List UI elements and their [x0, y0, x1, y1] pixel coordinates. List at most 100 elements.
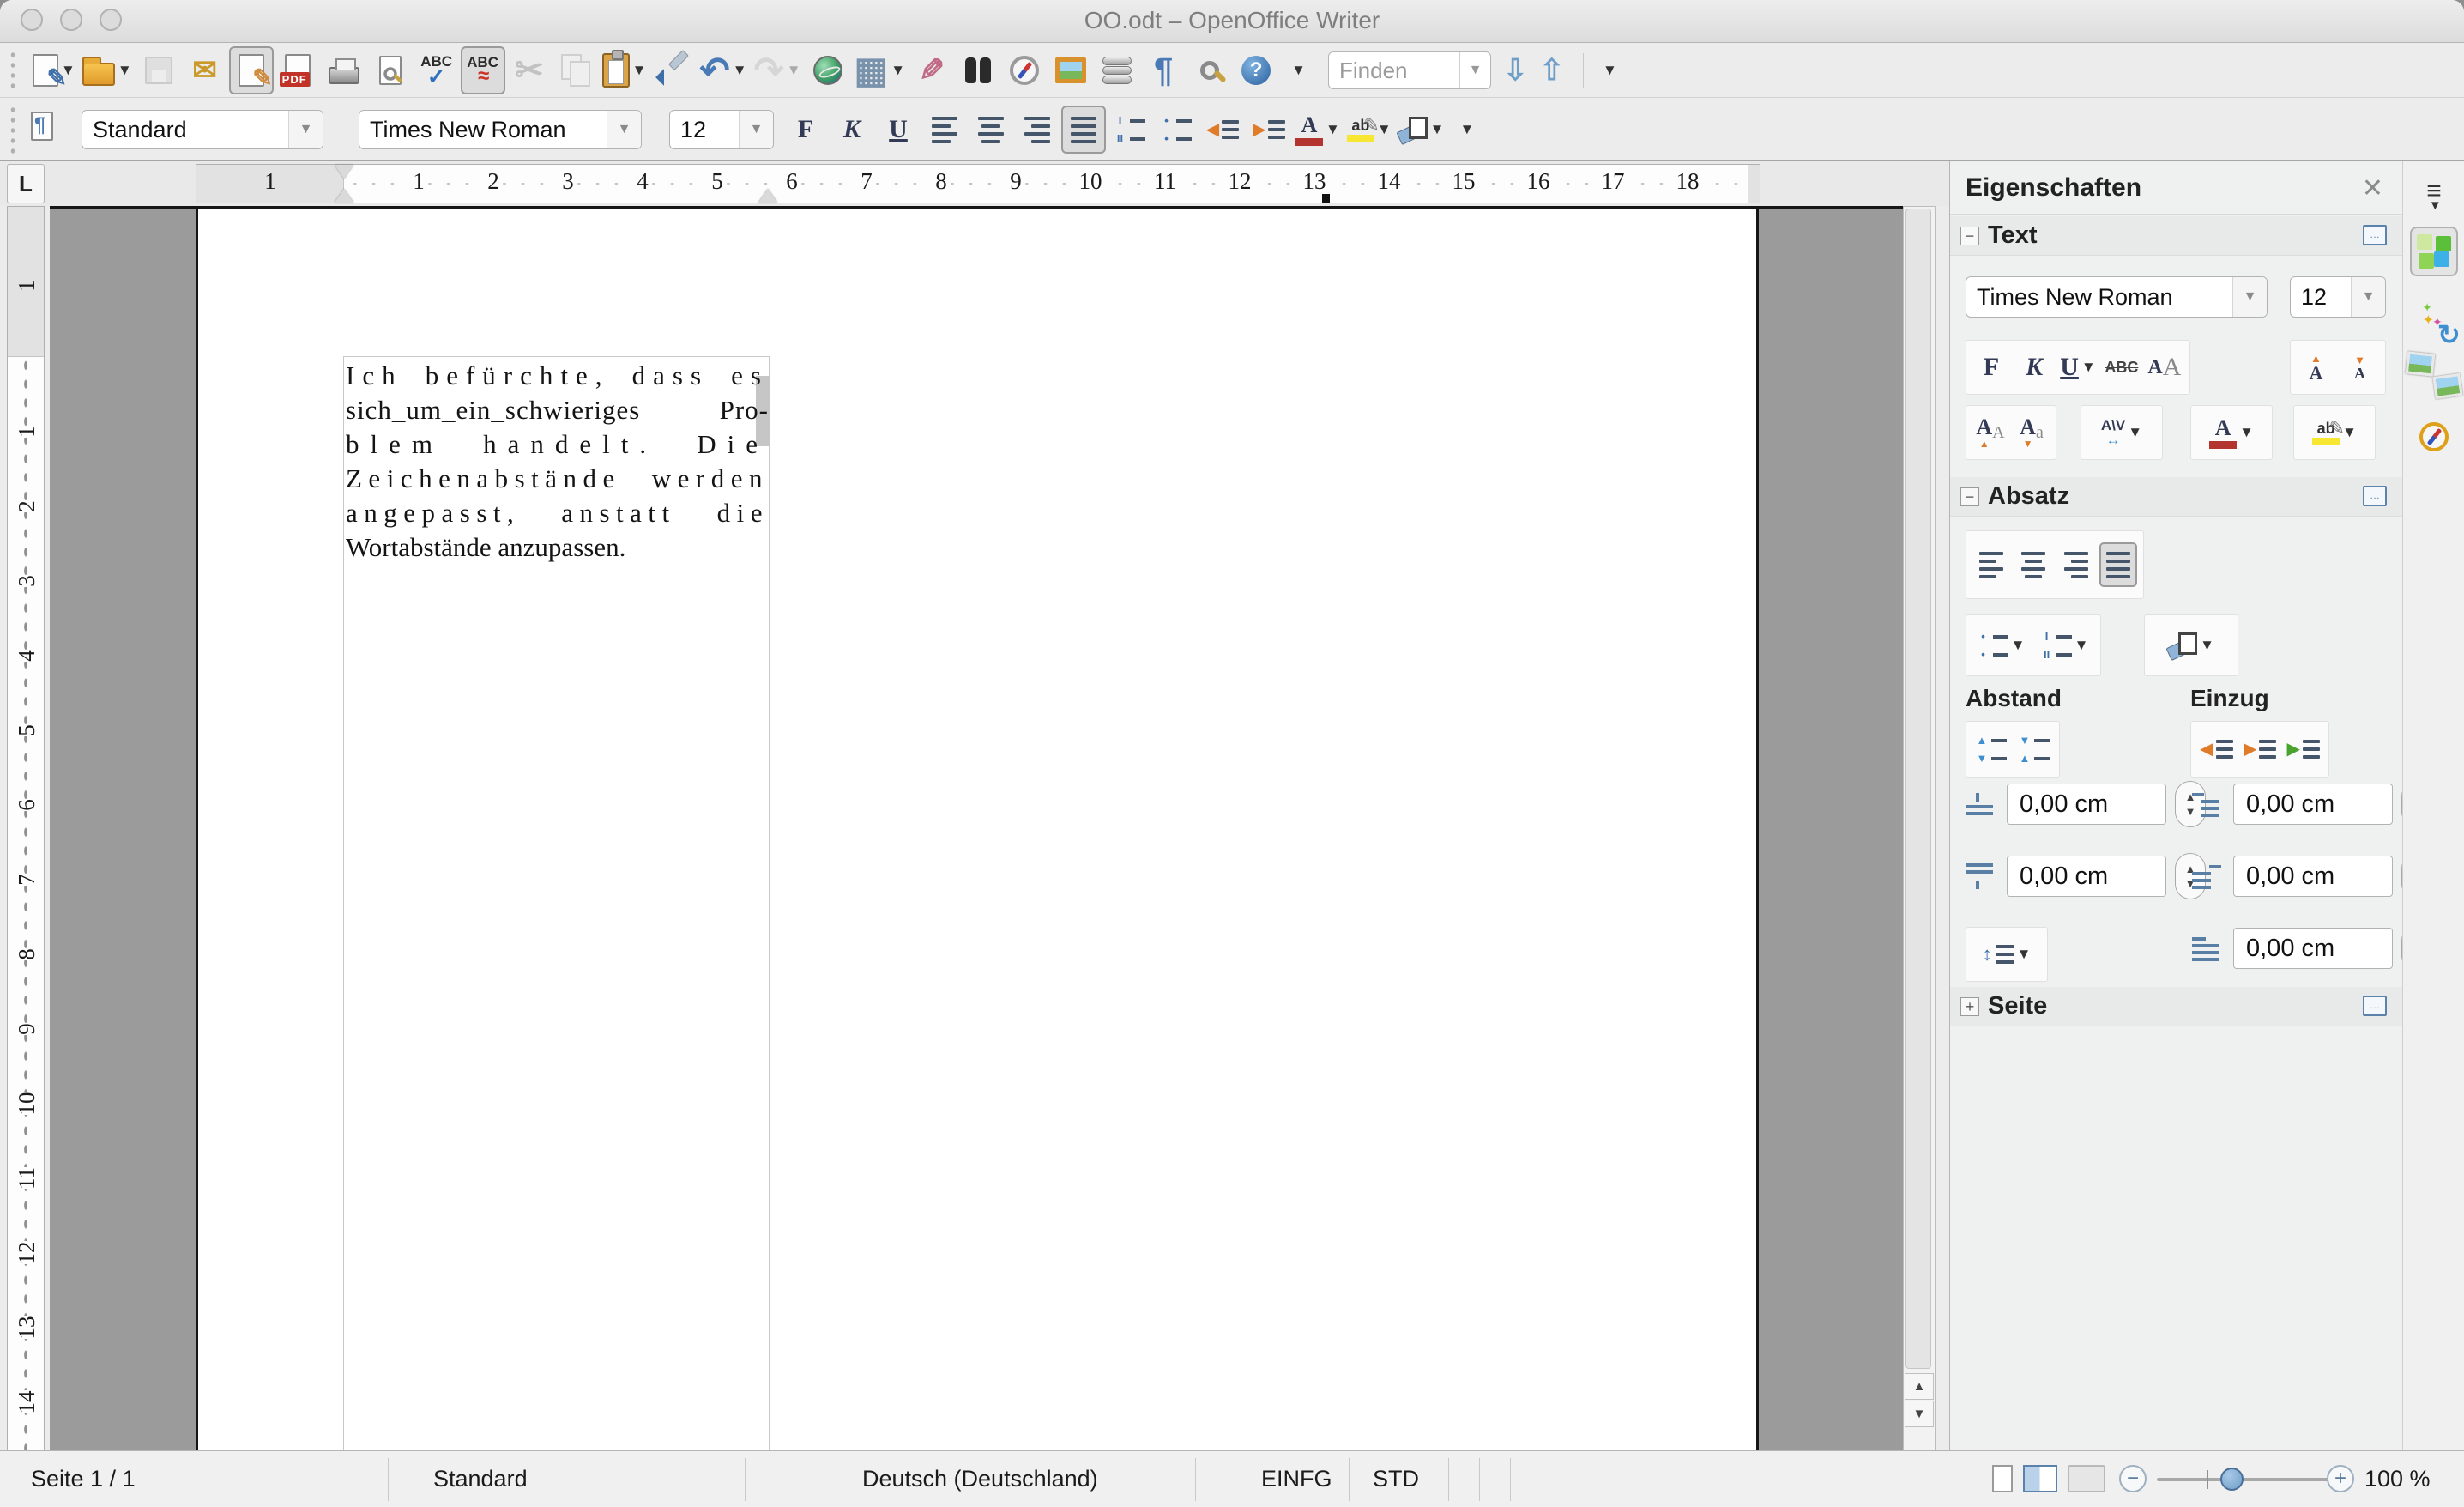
sidebar-tab-properties[interactable] [2410, 227, 2458, 276]
spellcheck-button[interactable]: ABC ✓ [414, 46, 459, 94]
text-line[interactable]: Ich befürchte, dass es [346, 360, 769, 395]
spacing-below-input[interactable]: 0,00 cm [2007, 856, 2166, 897]
text-line[interactable]: Wortabstände anzupassen. [346, 532, 769, 566]
align-center-button[interactable] [969, 106, 1013, 154]
sidebar-font-color-button[interactable]: A ▼ [2207, 410, 2256, 455]
chevron-down-icon[interactable]: ▼ [607, 111, 641, 148]
single-page-view-icon[interactable] [1992, 1465, 2013, 1492]
paragraph-background-button[interactable]: ▼ [2165, 623, 2216, 668]
sidebar-tab-gallery[interactable] [2405, 350, 2463, 400]
sidebar-menu-button[interactable]: ≡ ▼ [2410, 170, 2458, 220]
character-spacing-button[interactable]: A\V ↔ ▼ [2099, 410, 2144, 455]
toolbar-grip[interactable] [9, 105, 17, 154]
toolbar-overflow-icon[interactable]: ▼ [1459, 121, 1474, 138]
italic-button[interactable]: K [830, 106, 874, 154]
sidebar-font-size-select[interactable]: 12 ▼ [2290, 276, 2386, 318]
find-next-button[interactable]: ⇩ [1503, 53, 1528, 88]
font-name-select[interactable]: Times New Roman ▼ [359, 110, 642, 149]
sidebar-bold-button[interactable]: F [1972, 345, 2010, 390]
switch-indent-button[interactable]: ▶ [2285, 727, 2322, 772]
scroll-down-button[interactable]: ▼ [1905, 1401, 1934, 1427]
scroll-up-button[interactable]: ▲ [1905, 1373, 1934, 1400]
sidebar-increase-indent-button[interactable]: ◀ [2197, 727, 2235, 772]
edit-mode-button[interactable]: ✎ [228, 46, 274, 94]
open-file-button[interactable]: ▼ [80, 46, 135, 94]
zoom-button[interactable] [1187, 46, 1232, 94]
numbered-list-button[interactable]: I II [1108, 106, 1152, 154]
increase-font-size-button[interactable]: ▲ A [2298, 345, 2335, 390]
paragraph-style-icon[interactable]: ¶ [31, 112, 53, 141]
uppercase-button[interactable]: A ▲ A [1972, 410, 2009, 455]
print-button[interactable] [322, 46, 366, 94]
document-canvas[interactable]: Ich befürchte, dass es sich_um_ein_schwierig… [50, 206, 1903, 1450]
hyperlink-button[interactable] [806, 46, 850, 94]
first-line-indent-input[interactable]: 0,00 cm [2233, 928, 2393, 969]
dialog-launcher-icon[interactable]: … [2363, 486, 2387, 506]
insert-table-button[interactable]: ▦ ▼ [852, 46, 909, 94]
draw-functions-button[interactable]: ✎ [909, 46, 954, 94]
line-spacing-button[interactable]: ↕ ▼ [1981, 932, 2033, 977]
paragraph-style-select[interactable]: Standard ▼ [82, 110, 323, 149]
export-pdf-button[interactable]: PDF [275, 46, 320, 94]
find-replace-button[interactable] [956, 46, 1000, 94]
sidebar-italic-button[interactable]: K [2015, 345, 2053, 390]
email-document-button[interactable]: ✉ [183, 46, 227, 94]
underline-button[interactable]: U [876, 106, 921, 154]
decrease-indent-button[interactable]: ◀ [1200, 106, 1245, 154]
bold-button[interactable]: F [783, 106, 828, 154]
navigator-button[interactable] [1002, 46, 1047, 94]
chevron-down-icon[interactable]: ▼ [288, 111, 323, 148]
collapse-icon[interactable]: − [1960, 227, 1979, 245]
find-input[interactable]: Finden ▼ [1328, 51, 1491, 89]
insert-mode-status[interactable]: EINFG [1261, 1451, 1332, 1507]
chevron-down-icon[interactable]: ▼ [2351, 277, 2385, 317]
zoom-in-button[interactable]: + [2327, 1465, 2354, 1492]
collapse-icon[interactable]: − [1960, 487, 1979, 506]
zoom-slider-thumb[interactable] [2220, 1468, 2244, 1491]
horizontal-ruler[interactable]: 1 1 2 3 4 5 6 7 8 9 10 11 12 13 14 15 16 17 18 [196, 164, 1760, 203]
language-status[interactable]: Deutsch (Deutschland) [862, 1451, 1098, 1507]
chevron-down-icon[interactable]: ▼ [1326, 121, 1340, 138]
document-page[interactable]: Ich befürchte, dass es sich_um_ein_schwierig… [196, 209, 1759, 1450]
lowercase-button[interactable]: A ▼ a [2013, 410, 2050, 455]
sidebar-strikethrough-button[interactable]: ABC [2103, 345, 2141, 390]
text-line[interactable]: Zeichenabstände werden [346, 463, 769, 498]
scrollbar-thumb[interactable] [1905, 209, 1931, 1369]
sidebar-numbered-list-button[interactable]: I II ▼ [2040, 623, 2091, 668]
sidebar-align-left-button[interactable] [1972, 542, 2010, 587]
dialog-launcher-icon[interactable]: … [2363, 996, 2387, 1016]
sidebar-tab-styles-formatting[interactable]: ↻ ✦ ✦ ✦ [2410, 288, 2461, 350]
decrease-font-size-button[interactable]: ▼ A [2341, 345, 2379, 390]
selection-mode-status[interactable]: STD [1373, 1451, 1419, 1507]
text-line[interactable]: angepasst, anstatt die [346, 498, 769, 532]
sidebar-bullet-list-button[interactable]: • • ▼ [1977, 623, 2027, 668]
auto-spellcheck-button[interactable]: ABC ≈ [460, 46, 505, 94]
highlighting-button[interactable]: ab ✎ ▼ [1344, 106, 1394, 154]
chevron-down-icon[interactable]: ▼ [2232, 277, 2267, 317]
new-document-button[interactable]: ✎ ▼ [30, 46, 78, 94]
vertical-ruler[interactable]: 1 1 2 3 4 5 6 7 8 9 10 11 12 13 14 [7, 206, 45, 1450]
sidebar-align-right-button[interactable] [2057, 542, 2095, 587]
sidebar-decrease-indent-button[interactable]: ◀ [2241, 727, 2279, 772]
paragraph[interactable]: Ich befürchte, dass es sich_um_ein_schwierig… [346, 360, 769, 566]
multi-page-view-icon[interactable] [2023, 1465, 2057, 1492]
chevron-down-icon[interactable]: ▼ [632, 62, 647, 79]
decrease-paragraph-spacing-button[interactable]: ▼ ▲ [2015, 727, 2053, 772]
character-dialog-icon[interactable]: AA [2146, 345, 2183, 390]
chevron-down-icon[interactable]: ▼ [891, 62, 905, 79]
paragraph-section-header[interactable]: − Absatz … [1950, 477, 2402, 517]
align-right-button[interactable] [1015, 106, 1060, 154]
toolbar-grip[interactable] [9, 50, 17, 90]
chevron-down-icon[interactable]: ▼ [787, 62, 801, 79]
font-color-button[interactable]: A ▼ [1293, 106, 1343, 154]
first-line-indent-marker[interactable] [335, 165, 353, 179]
sidebar-tab-navigator[interactable] [2410, 412, 2458, 462]
text-line[interactable]: blem handelt. Die [346, 429, 769, 463]
increase-paragraph-spacing-button[interactable]: ▲ ▼ [1972, 727, 2010, 772]
help-button[interactable]: ? [1234, 46, 1278, 94]
sidebar-align-center-button[interactable] [2014, 542, 2052, 587]
page-number-status[interactable]: Seite 1 / 1 [31, 1451, 136, 1507]
chevron-down-icon[interactable]: ▼ [1430, 121, 1445, 138]
font-size-select[interactable]: 12 ▼ [669, 110, 774, 149]
sidebar-highlight-button[interactable]: ab ✎ ▼ [2310, 410, 2358, 455]
